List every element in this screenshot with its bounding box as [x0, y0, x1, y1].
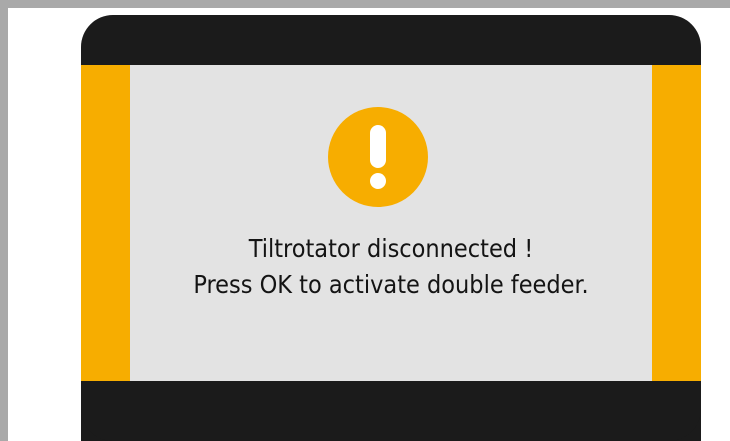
warning-dialog: Tiltrotator disconnected ! Press OK to a… [81, 15, 701, 441]
dialog-content: Tiltrotator disconnected ! Press OK to a… [81, 65, 701, 398]
right-accent-bar [652, 65, 701, 398]
warning-exclamation-icon [328, 107, 428, 207]
message-line-2: Press OK to activate double feeder. [193, 270, 589, 299]
left-accent-bar [81, 65, 130, 398]
dialog-message: Tiltrotator disconnected ! Press OK to a… [130, 231, 652, 303]
exclamation-bar [370, 125, 386, 168]
message-line-1: Tiltrotator disconnected ! [248, 234, 534, 263]
dialog-bottom-bar [81, 381, 701, 441]
exclamation-dot [370, 173, 386, 189]
